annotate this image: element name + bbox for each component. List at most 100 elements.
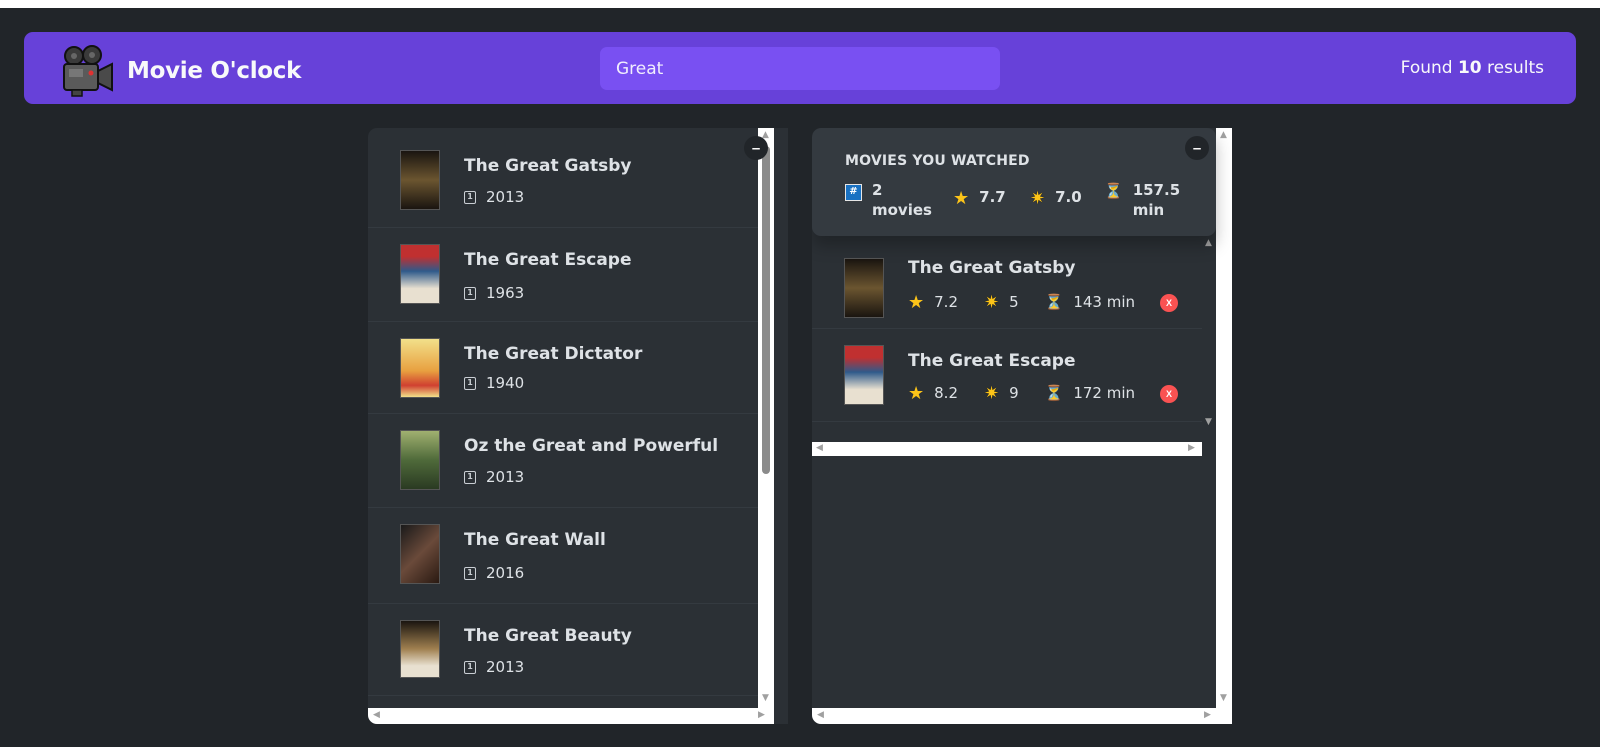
scroll-right-arrow[interactable]: ▶ xyxy=(1204,711,1211,720)
movies-label: movies xyxy=(872,201,932,219)
movie-meta: 1 1940 xyxy=(464,374,524,392)
movie-item[interactable]: Oz the Great and Powerful 1 2013 xyxy=(368,414,758,508)
watched-list-horizontal-scrollbar[interactable]: ◀ ▶ xyxy=(812,442,1202,456)
watched-list: The Great Gatsby ★ 7.2 ✷ 5 ⏳ 143 min X The … xyxy=(812,236,1202,564)
watched-list-vertical-scrollbar[interactable]: ▲ ▼ xyxy=(1202,236,1216,432)
scroll-left-arrow[interactable]: ◀ xyxy=(373,711,380,720)
movie-title: The Great Dictator xyxy=(464,344,643,364)
movies-count: 2 xyxy=(872,181,883,199)
movie-year: 2013 xyxy=(486,468,525,486)
movie-meta: 1 2013 xyxy=(464,188,524,206)
movie-year: 1963 xyxy=(486,284,525,302)
movie-title: Oz the Great and Powerful xyxy=(464,436,719,456)
star-icon: ★ xyxy=(953,188,970,209)
delete-watched-button[interactable]: X xyxy=(1160,294,1178,312)
movie-year: 1940 xyxy=(486,374,525,392)
movie-poster xyxy=(400,524,440,584)
movie-title: The Great Beauty xyxy=(464,626,632,646)
movie-item[interactable]: The Great Escape 1 1963 xyxy=(368,228,758,322)
movie-poster xyxy=(400,244,440,304)
runtime: 172 min xyxy=(1073,384,1136,402)
movie-poster xyxy=(400,150,440,210)
results-suffix: results xyxy=(1487,58,1544,78)
movie-item[interactable]: The Great Wall 1 2016 xyxy=(368,508,758,604)
watched-summary: MOVIES YOU WATCHED # 2 movies ★ 7.7 ✷ 7.0… xyxy=(812,128,1216,236)
movie-item[interactable]: The Great Gatsby 1 2013 xyxy=(368,128,758,228)
movie-title: The Great Gatsby xyxy=(464,156,632,176)
runtime: 143 min xyxy=(1073,293,1136,311)
movie-meta: 1 2016 xyxy=(464,564,524,582)
movie-meta: 1 2013 xyxy=(464,658,524,676)
scroll-left-arrow[interactable]: ◀ xyxy=(816,444,823,453)
movie-poster xyxy=(844,258,884,318)
movie-poster xyxy=(400,620,440,678)
stat-imdb-rating: ★ 7.7 xyxy=(953,188,1006,208)
calendar-icon: 1 xyxy=(464,660,476,674)
movie-item[interactable]: The Great Dictator 1 1940 xyxy=(368,322,758,414)
watched-box-vertical-scrollbar[interactable]: ▲ ▼ xyxy=(1216,128,1232,708)
movie-poster xyxy=(844,345,884,405)
movie-poster xyxy=(400,338,440,398)
movie-camera-icon xyxy=(63,45,113,97)
imdb-rating: 7.2 xyxy=(934,293,958,311)
star-icon: ★ xyxy=(908,383,925,404)
scroll-down-arrow[interactable]: ▼ xyxy=(1220,694,1227,703)
movie-list: The Great Gatsby 1 2013 The Great Escape … xyxy=(368,128,758,696)
movie-item[interactable]: The Great Beauty 1 2013 xyxy=(368,604,758,696)
watched-box-horizontal-scrollbar[interactable]: ◀ ▶ xyxy=(812,708,1232,724)
summary-heading: MOVIES YOU WATCHED xyxy=(845,153,1030,169)
avg-imdb-rating: 7.7 xyxy=(979,188,1006,206)
movie-title: The Great Gatsby xyxy=(908,258,1076,278)
calendar-icon: 1 xyxy=(464,470,476,484)
top-strip xyxy=(0,0,1600,8)
user-rating: 5 xyxy=(1009,293,1019,311)
glowing-star-icon: ✷ xyxy=(1030,188,1046,209)
watched-meta: ★ 8.2 ✷ 9 ⏳ 172 min xyxy=(908,383,1161,403)
calendar-icon: 1 xyxy=(464,566,476,580)
collapse-results-button[interactable]: – xyxy=(744,136,768,160)
movie-title: The Great Escape xyxy=(908,351,1076,371)
movie-title: The Great Escape xyxy=(464,250,632,270)
watched-meta: ★ 7.2 ✷ 5 ⏳ 143 min xyxy=(908,292,1161,312)
scroll-left-arrow[interactable]: ◀ xyxy=(817,711,824,720)
results-vertical-scrollbar[interactable]: ▲ ▼ xyxy=(758,128,774,708)
movie-poster xyxy=(400,430,440,490)
collapse-watched-button[interactable]: – xyxy=(1185,136,1209,160)
scroll-thumb[interactable] xyxy=(762,146,770,474)
logo: Movie O'clock xyxy=(60,45,301,97)
watched-item[interactable]: The Great Escape ★ 8.2 ✷ 9 ⏳ 172 min X xyxy=(812,329,1202,422)
scroll-right-arrow[interactable]: ▶ xyxy=(758,711,765,720)
glowing-star-icon: ✷ xyxy=(984,292,1000,313)
avg-runtime: 157.5 xyxy=(1132,181,1181,199)
movie-year: 2013 xyxy=(486,188,525,206)
scroll-right-arrow[interactable]: ▶ xyxy=(1188,444,1195,453)
results-count: Found 10 results xyxy=(1401,58,1544,78)
movie-year: 2013 xyxy=(486,658,525,676)
scroll-up-arrow[interactable]: ▲ xyxy=(1205,239,1212,248)
star-icon: ★ xyxy=(908,292,925,313)
movie-meta: 1 2013 xyxy=(464,468,524,486)
scroll-down-arrow[interactable]: ▼ xyxy=(762,694,769,703)
imdb-rating: 8.2 xyxy=(934,384,958,402)
delete-watched-button[interactable]: X xyxy=(1160,385,1178,403)
stat-runtime: ⏳ 157.5 min xyxy=(1104,180,1180,220)
hourglass-icon: ⏳ xyxy=(1104,182,1123,200)
stat-movies-count: # 2 movies xyxy=(845,180,932,220)
hash-icon: # xyxy=(845,184,862,201)
scroll-up-arrow[interactable]: ▲ xyxy=(1220,131,1227,140)
hourglass-icon: ⏳ xyxy=(1044,384,1064,402)
calendar-icon: 1 xyxy=(464,376,476,390)
search-input[interactable] xyxy=(600,47,1000,90)
stat-user-rating: ✷ 7.0 xyxy=(1030,188,1082,208)
movie-meta: 1 1963 xyxy=(464,284,524,302)
avg-user-rating: 7.0 xyxy=(1055,188,1082,206)
user-rating: 9 xyxy=(1009,384,1019,402)
scroll-down-arrow[interactable]: ▼ xyxy=(1205,418,1212,427)
watched-item[interactable]: The Great Gatsby ★ 7.2 ✷ 5 ⏳ 143 min X xyxy=(812,236,1202,329)
movie-year: 2016 xyxy=(486,564,525,582)
app-title: Movie O'clock xyxy=(127,58,302,84)
calendar-icon: 1 xyxy=(464,286,476,300)
movie-title: The Great Wall xyxy=(464,530,606,550)
runtime-unit: min xyxy=(1132,201,1165,219)
results-horizontal-scrollbar[interactable]: ◀ ▶ xyxy=(368,708,774,724)
